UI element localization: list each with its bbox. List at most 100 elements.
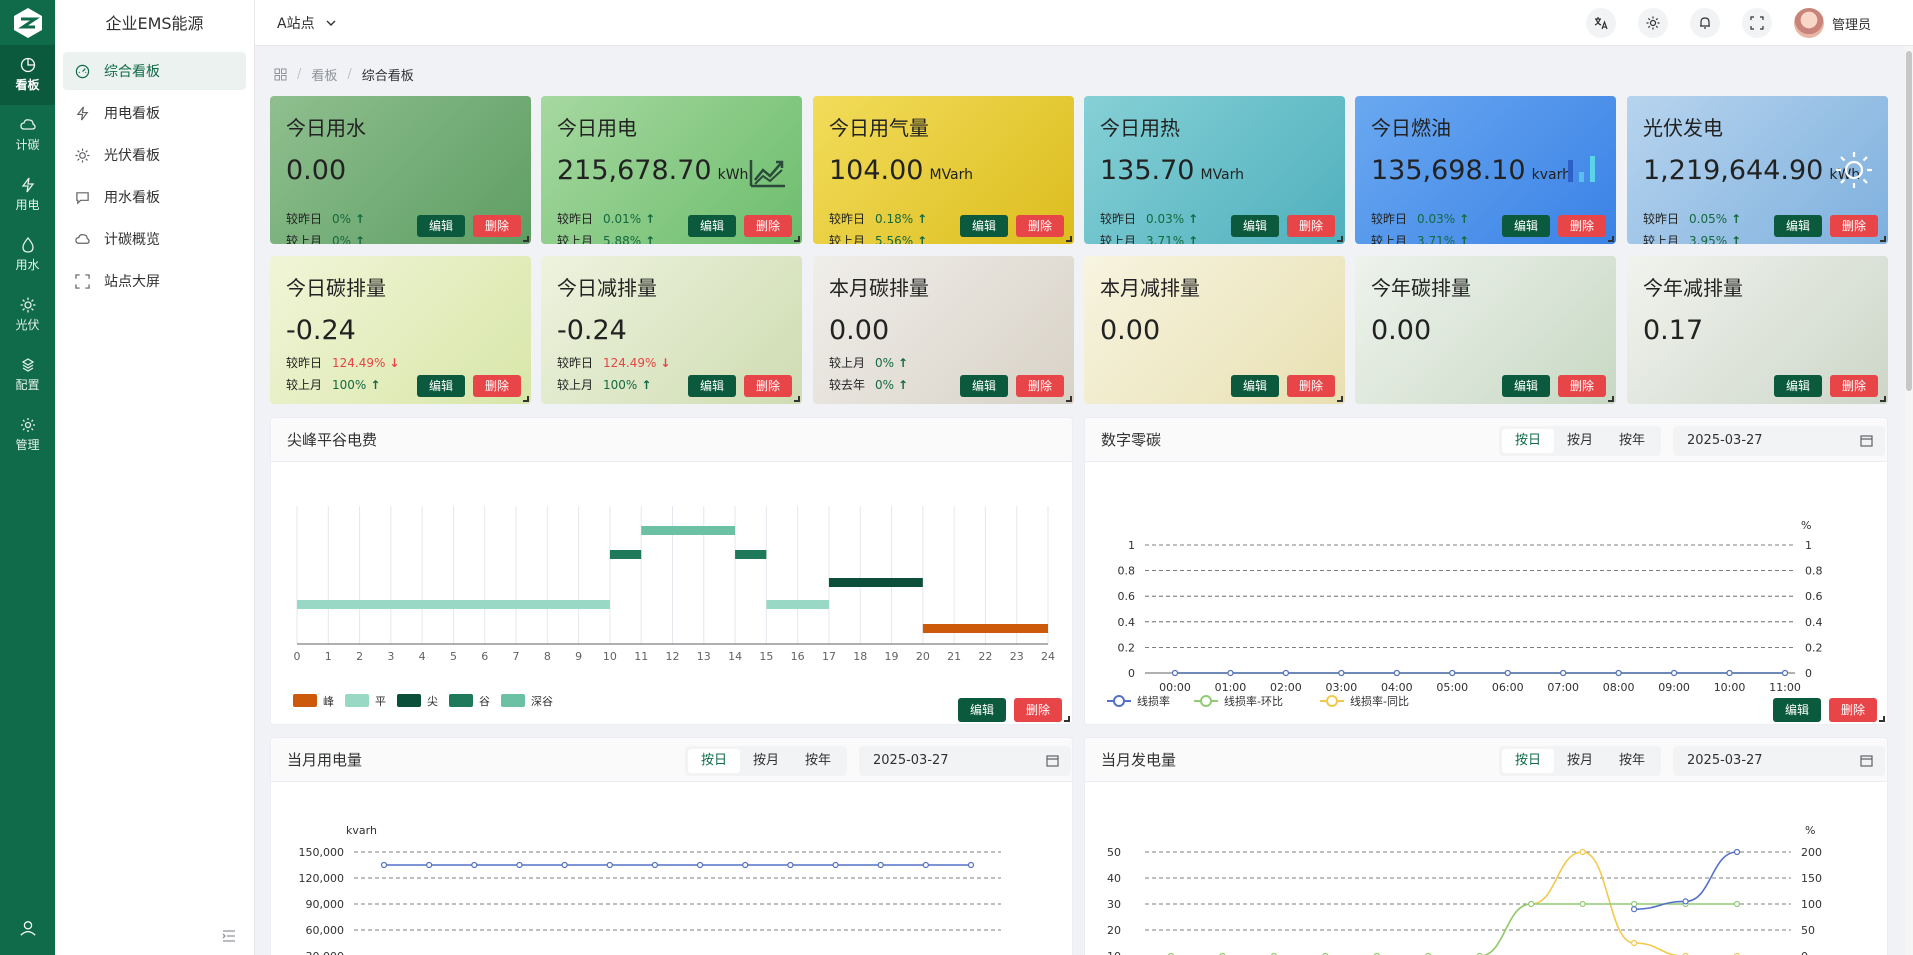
compare-label: 较昨日 <box>1100 212 1137 226</box>
bell-icon <box>1699 17 1710 29</box>
delete-button[interactable]: 删除 <box>1014 698 1062 722</box>
delete-button[interactable]: 删除 <box>1016 215 1064 237</box>
y-tick-label: 0.6 <box>1118 590 1136 603</box>
edit-button[interactable]: 编辑 <box>1774 215 1822 237</box>
tab-year[interactable]: 按年 <box>1606 429 1658 453</box>
edit-button[interactable]: 编辑 <box>958 698 1006 722</box>
legend-marker <box>1326 695 1338 707</box>
rail-item-label: 管理 <box>15 438 40 452</box>
sidebar-item[interactable]: 综合看板 <box>63 52 246 90</box>
delete-button[interactable]: 删除 <box>1830 215 1878 237</box>
tou-price-panel: 尖峰平谷电费 0 1 2 3 4 5 6 7 8 9 10 11 12 13 14 15 16 17 18 19 20 2… <box>270 417 1073 725</box>
tab-month[interactable]: 按月 <box>1554 749 1606 773</box>
card-value: -0.24 <box>286 315 356 346</box>
grid-icon[interactable] <box>274 68 287 81</box>
breadcrumb-item[interactable]: 看板 <box>311 65 337 84</box>
edit-button[interactable]: 编辑 <box>1773 698 1821 722</box>
collapse-menu-icon[interactable] <box>220 927 238 945</box>
edit-button[interactable]: 编辑 <box>417 375 465 397</box>
date-picker[interactable]: 2025-03-27 <box>859 746 1071 776</box>
tab-year[interactable]: 按年 <box>1606 749 1658 773</box>
card-title: 今年减排量 <box>1643 276 1743 300</box>
vertical-scrollbar[interactable] <box>1905 46 1913 955</box>
delete-button[interactable]: 删除 <box>1287 215 1335 237</box>
x-tick-label: 07:00 <box>1547 681 1579 694</box>
rail-item[interactable]: 配置 <box>0 345 55 405</box>
x-tick-label: 16 <box>791 650 805 663</box>
edit-button[interactable]: 编辑 <box>688 215 736 237</box>
x-tick-label: 05:00 <box>1436 681 1468 694</box>
arrow-up-icon: ↑ <box>898 355 909 370</box>
rail-item[interactable]: 计碳 <box>0 105 55 165</box>
arrow-up-icon: ↑ <box>355 211 366 226</box>
translate-button[interactable] <box>1585 8 1616 38</box>
rail-item-label: 看板 <box>15 78 40 92</box>
tab-month[interactable]: 按月 <box>740 749 792 773</box>
edit-button[interactable]: 编辑 <box>960 375 1008 397</box>
sidebar-item[interactable]: 用水看板 <box>63 178 246 216</box>
rail-item[interactable]: 管理 <box>0 405 55 465</box>
compare-label: 较上月 <box>1100 234 1137 244</box>
tab-day[interactable]: 按日 <box>1502 429 1555 453</box>
tab-day[interactable]: 按日 <box>688 749 741 773</box>
date-picker[interactable]: 2025-03-27 <box>1673 426 1885 456</box>
data-point <box>1781 669 1789 677</box>
rail-item[interactable]: 光伏 <box>0 285 55 345</box>
delete-button[interactable]: 删除 <box>1287 375 1335 397</box>
legend-swatch <box>293 694 317 707</box>
delete-button[interactable]: 删除 <box>473 215 521 237</box>
rail-item[interactable]: 看板 <box>0 45 55 105</box>
sidebar-item[interactable]: 站点大屏 <box>63 262 246 300</box>
delete-button[interactable]: 删除 <box>473 375 521 397</box>
rail-item[interactable]: 用电 <box>0 165 55 225</box>
edit-button[interactable]: 编辑 <box>1231 375 1279 397</box>
x-tick-label: 14 <box>728 650 742 663</box>
x-tick-label: 00:00 <box>1159 681 1191 694</box>
card-value: 135.70 <box>1100 155 1195 186</box>
delete-button[interactable]: 删除 <box>744 215 792 237</box>
rail-item[interactable]: 用水 <box>0 225 55 285</box>
data-point <box>742 861 749 869</box>
delete-button[interactable]: 删除 <box>744 375 792 397</box>
y-tick-label: 40 <box>1107 872 1121 885</box>
edit-button[interactable]: 编辑 <box>1502 215 1550 237</box>
user-icon[interactable] <box>0 919 55 937</box>
edit-button[interactable]: 编辑 <box>1231 215 1279 237</box>
sidebar-item[interactable]: 光伏看板 <box>63 136 246 174</box>
x-tick-label: 18 <box>853 650 867 663</box>
theme-button[interactable] <box>1637 8 1668 38</box>
delete-button[interactable]: 删除 <box>1829 698 1877 722</box>
avatar[interactable] <box>1793 8 1824 38</box>
stat-card: 今日用水 0.00 较昨日 0% ↑ 较上月 0% ↑ 编辑 删除 <box>270 96 531 244</box>
delete-button[interactable]: 删除 <box>1830 375 1878 397</box>
edit-button[interactable]: 编辑 <box>417 215 465 237</box>
edit-button[interactable]: 编辑 <box>688 375 736 397</box>
edit-button[interactable]: 编辑 <box>960 215 1008 237</box>
sidebar-item[interactable]: 用电看板 <box>63 94 246 132</box>
arrow-up-icon: ↑ <box>355 233 366 245</box>
stat-card: 今年减排量 0.17 编辑 删除 <box>1627 256 1888 404</box>
tab-month[interactable]: 按月 <box>1554 429 1606 453</box>
data-point <box>1630 906 1638 913</box>
tab-day[interactable]: 按日 <box>1502 749 1555 773</box>
compare-value: 0.03% <box>1146 211 1185 226</box>
arrow-up-icon: ↑ <box>645 211 656 226</box>
edit-button[interactable]: 编辑 <box>1774 375 1822 397</box>
series-line <box>1480 903 1737 955</box>
site-select[interactable]: A站点 <box>277 13 337 33</box>
compare-label: 较昨日 <box>1643 212 1680 226</box>
delete-button[interactable]: 删除 <box>1016 375 1064 397</box>
user-name[interactable]: 管理员 <box>1832 14 1871 33</box>
date-picker[interactable]: 2025-03-27 <box>1673 746 1885 776</box>
delete-button[interactable]: 删除 <box>1558 215 1606 237</box>
sidebar-item[interactable]: 计碳概览 <box>63 220 246 258</box>
dashboard-icon <box>75 64 90 78</box>
segment-bar <box>609 550 642 559</box>
notification-button[interactable] <box>1689 8 1720 38</box>
arrow-up-icon: ↑ <box>917 211 928 226</box>
fullscreen-button[interactable] <box>1741 8 1772 38</box>
tab-year[interactable]: 按年 <box>792 749 844 773</box>
delete-button[interactable]: 删除 <box>1558 375 1606 397</box>
edit-button[interactable]: 编辑 <box>1502 375 1550 397</box>
x-tick-label: 19 <box>885 650 899 663</box>
